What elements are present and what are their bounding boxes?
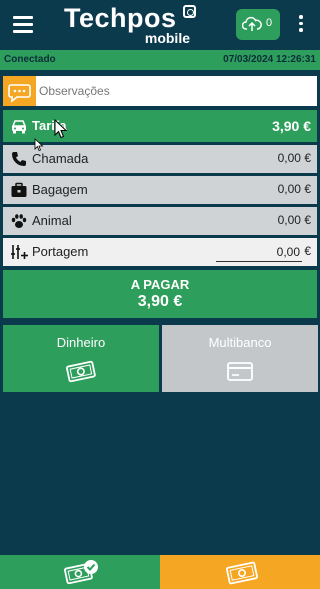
status-bar: Conectado 07/03/2024 12:26:31	[0, 50, 320, 70]
credit-card-icon	[227, 362, 253, 381]
row-bagagem[interactable]: Bagagem 0,00 €	[3, 176, 317, 204]
total-amount: 3,90 €	[137, 293, 183, 310]
row-portagem: Portagem €	[3, 238, 317, 266]
app-header: Techpos mobile 0	[0, 0, 320, 50]
row-tarifa[interactable]: Tarifa 3,90 €	[3, 110, 317, 142]
toll-amount-input[interactable]	[216, 242, 302, 262]
chat-bubble-icon	[3, 76, 36, 106]
briefcase-icon	[11, 182, 27, 197]
connection-status: Conectado	[4, 54, 56, 65]
total-to-pay: A PAGAR 3,90 €	[3, 270, 317, 318]
row-label: Bagagem	[32, 182, 88, 197]
sliders-plus-icon	[11, 245, 28, 259]
brand-mark-icon	[183, 5, 196, 18]
row-amount: 0,00 €	[277, 151, 311, 165]
card-payment-button[interactable]: Multibanco	[162, 325, 318, 392]
row-amount: 0,00 €	[277, 213, 311, 227]
phone-icon	[12, 152, 26, 166]
cash-icon	[65, 360, 96, 383]
row-label: Chamada	[32, 151, 89, 166]
sync-count: 0	[266, 17, 273, 29]
card-label: Multibanco	[208, 335, 272, 350]
mouse-pointer-icon	[54, 119, 68, 139]
tab-cash[interactable]	[160, 555, 320, 589]
overflow-menu-icon[interactable]	[298, 15, 304, 35]
observations-field	[3, 76, 317, 106]
row-chamada[interactable]: Chamada 0,00 €	[3, 145, 317, 173]
status-datetime: 07/03/2024 12:26:31	[223, 54, 316, 65]
brand-logo: Techpos mobile	[64, 3, 200, 47]
total-label: A PAGAR	[130, 277, 190, 292]
mouse-pointer-shadow-icon	[34, 138, 44, 152]
cash-check-icon	[64, 560, 98, 585]
observations-input[interactable]	[39, 76, 315, 106]
sync-button[interactable]: 0	[236, 9, 280, 40]
row-amount: 0,00 €	[277, 182, 311, 196]
row-animal[interactable]: Animal 0,00 €	[3, 207, 317, 235]
cloud-upload-icon	[242, 16, 262, 31]
brand-name: Techpos	[64, 3, 177, 33]
tab-payment-confirmed[interactable]	[0, 555, 160, 589]
paw-icon	[11, 214, 27, 228]
row-amount: 3,90 €	[272, 118, 311, 134]
row-label: Animal	[32, 213, 72, 228]
menu-icon[interactable]	[13, 16, 33, 33]
cash-icon	[226, 561, 258, 585]
taxi-icon	[11, 120, 27, 134]
cash-label: Dinheiro	[56, 335, 106, 350]
cash-payment-button[interactable]: Dinheiro	[3, 325, 159, 392]
brand-sub: mobile	[144, 30, 190, 46]
row-label: Portagem	[32, 244, 89, 259]
bottom-tab-bar	[0, 555, 320, 589]
toll-currency: €	[304, 244, 311, 258]
